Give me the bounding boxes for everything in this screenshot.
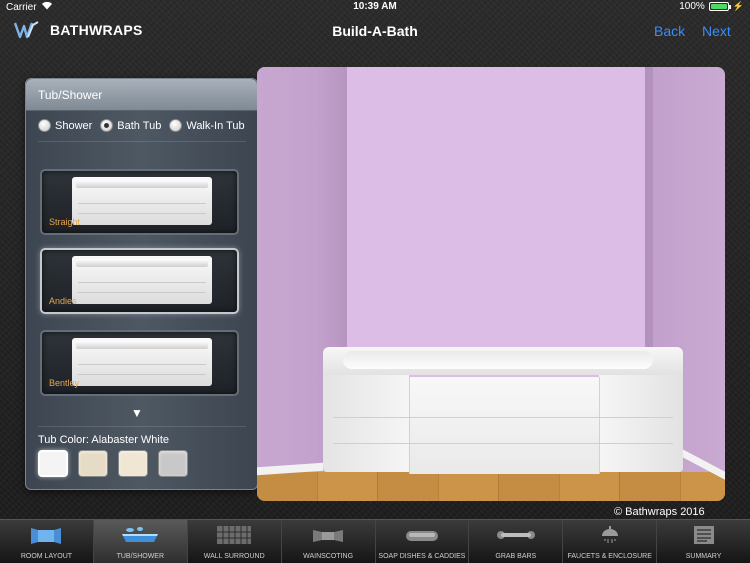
radio-button[interactable] xyxy=(100,119,114,132)
tab-wainscoting[interactable]: WAINSCOTING xyxy=(282,520,376,563)
status-bar: Carrier 10:39 AM 100% ⚡ xyxy=(0,0,750,14)
radio-option-shower[interactable]: Shower xyxy=(38,119,92,132)
tub-option-straight[interactable]: Straight xyxy=(40,169,239,235)
tub-thumbnail xyxy=(72,256,212,304)
tub-option-andies[interactable]: Andies xyxy=(40,248,239,314)
bathtub-preview xyxy=(323,347,683,474)
tab-label: TUB/SHOWER xyxy=(116,553,165,560)
tub-thumbnail xyxy=(72,338,212,386)
divider xyxy=(38,426,246,427)
tab-tub-shower[interactable]: TUB/SHOWER xyxy=(93,520,188,563)
color-swatch-gray[interactable] xyxy=(158,450,188,477)
tub-thumbnail xyxy=(72,177,212,225)
tab-soap-dishes-caddies[interactable]: SOAP DISHES & CADDIES xyxy=(376,520,470,563)
wall-tile-icon xyxy=(217,526,252,549)
radio-label: Shower xyxy=(55,119,93,132)
radio-button[interactable] xyxy=(38,119,51,132)
scroll-down-icon[interactable]: ▼ xyxy=(131,406,143,420)
tab-label: GRAB BARS xyxy=(495,553,537,560)
tab-label: WALL SURROUND xyxy=(203,553,265,560)
panel-title: Tub/Shower xyxy=(26,79,257,111)
tub-option-label: Straight xyxy=(49,217,81,227)
status-time: 10:39 AM xyxy=(353,1,397,12)
bathroom-preview xyxy=(257,67,725,501)
charging-icon: ⚡ xyxy=(732,1,744,11)
shower-head-icon xyxy=(598,526,622,549)
color-swatch-biscuit[interactable] xyxy=(118,450,148,477)
page-title: Build-A-Bath xyxy=(332,23,418,39)
radio-label: Bath Tub xyxy=(117,119,162,132)
tub-shower-panel: Tub/Shower Shower Bath Tub Walk-In Tub S… xyxy=(25,78,258,490)
nav-bar: BATHWRAPS Build-A-Bath Back Next xyxy=(0,14,750,48)
type-radio-group: Shower Bath Tub Walk-In Tub xyxy=(38,119,245,132)
tub-color-label: Tub Color: Alabaster White xyxy=(38,434,170,446)
color-swatch-almond[interactable] xyxy=(78,450,108,477)
battery-percent: 100% xyxy=(679,1,705,12)
next-button[interactable]: Next xyxy=(702,23,731,39)
tab-label: FAUCETS & ENCLOSURE xyxy=(567,553,652,560)
battery-icon xyxy=(708,2,731,11)
divider xyxy=(38,141,246,142)
color-swatches xyxy=(38,450,188,477)
radio-button[interactable] xyxy=(169,119,183,132)
copyright-text: © Bathwraps 2016 xyxy=(614,506,705,518)
tub-icon xyxy=(120,526,160,549)
tab-label: SUMMARY xyxy=(685,553,722,560)
color-swatch-alabaster-white[interactable] xyxy=(38,450,68,477)
tab-label: SOAP DISHES & CADDIES xyxy=(378,553,466,560)
tab-summary[interactable]: SUMMARY xyxy=(657,520,750,563)
back-button[interactable]: Back xyxy=(654,23,685,39)
tub-option-label: Andies xyxy=(49,296,77,306)
room-layout-icon xyxy=(30,526,62,549)
radio-option-walk-in-tub[interactable]: Walk-In Tub xyxy=(169,119,245,132)
tub-option-bentley[interactable]: Bentley xyxy=(40,330,239,396)
tab-label: ROOM LAYOUT xyxy=(20,553,73,560)
tab-label: WAINSCOTING xyxy=(303,553,354,560)
grab-bar-icon xyxy=(496,526,536,549)
tab-room-layout[interactable]: ROOM LAYOUT xyxy=(0,520,94,563)
wood-floor xyxy=(257,472,725,501)
radio-label: Walk-In Tub xyxy=(186,119,245,132)
tab-wall-surround[interactable]: WALL SURROUND xyxy=(188,520,282,563)
bottom-tab-bar: ROOM LAYOUT TUB/SHOWER WALL SURROUND WAI… xyxy=(0,519,750,563)
tub-option-label: Bentley xyxy=(49,378,80,388)
radio-option-bath-tub[interactable]: Bath Tub xyxy=(100,119,161,132)
tab-faucets-enclosure[interactable]: FAUCETS & ENCLOSURE xyxy=(563,520,658,563)
summary-icon xyxy=(693,526,715,549)
tab-grab-bars[interactable]: GRAB BARS xyxy=(469,520,564,563)
wainscoting-icon xyxy=(312,526,344,549)
soap-dish-icon xyxy=(405,526,439,549)
